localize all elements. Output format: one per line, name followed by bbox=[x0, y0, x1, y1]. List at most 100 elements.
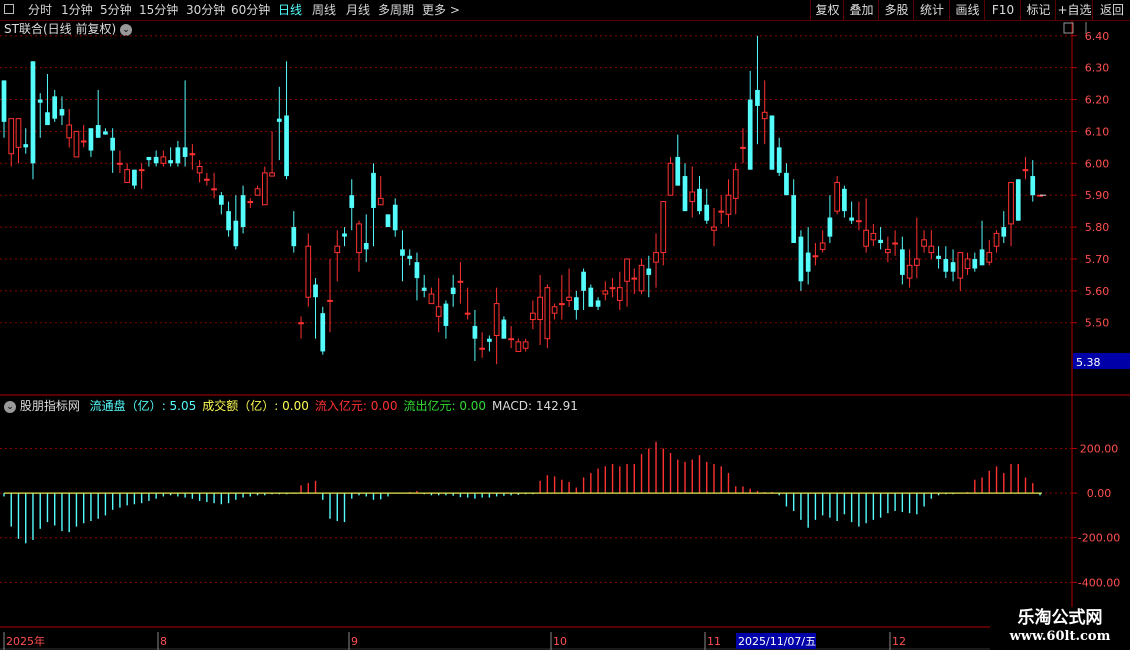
candle-body-127 bbox=[921, 239, 927, 247]
indicator-label-0: 流通盘（亿） bbox=[89, 399, 162, 413]
indicator-label-4: MACD bbox=[492, 399, 529, 413]
candle-body-84 bbox=[609, 287, 616, 290]
toolbar-item-3[interactable]: 15分钟 bbox=[139, 2, 178, 18]
candle-body-109 bbox=[791, 195, 797, 244]
candle-body-77 bbox=[558, 303, 565, 306]
candle-body-24 bbox=[175, 147, 181, 164]
candle-body-70 bbox=[508, 338, 514, 341]
candle-body-72 bbox=[522, 341, 529, 349]
toolbar-item-1[interactable]: 1分钟 bbox=[61, 2, 93, 18]
candle-body-29 bbox=[211, 188, 217, 191]
watermark-url: www.60lt.com bbox=[1009, 629, 1111, 644]
candle-body-81 bbox=[588, 287, 594, 307]
candle-body-101 bbox=[732, 169, 739, 199]
candle-body-121 bbox=[878, 239, 883, 244]
toolbar-item-7[interactable]: 周线 bbox=[312, 2, 336, 18]
candle-body-50 bbox=[363, 243, 369, 250]
macd-tick-label-1: 0.00 bbox=[1087, 487, 1112, 500]
candle-body-128 bbox=[928, 245, 935, 254]
price-tick-label-1: 5.60 bbox=[1085, 285, 1110, 298]
candle-body-16 bbox=[117, 162, 123, 165]
indicator-label-2: 流入亿元 bbox=[314, 399, 363, 413]
toolbar-item-10[interactable]: 更多 > bbox=[422, 2, 460, 18]
candle-body-91 bbox=[660, 201, 667, 254]
candle-body-112 bbox=[812, 255, 819, 258]
candle-body-69 bbox=[501, 319, 507, 339]
candle-body-106 bbox=[769, 115, 775, 170]
toolbar-right-item-6[interactable]: 标记 bbox=[1020, 0, 1056, 20]
window-square-icon[interactable] bbox=[4, 4, 14, 14]
candle-body-135 bbox=[979, 249, 985, 266]
indicator-label-3: 流出亿元 bbox=[403, 399, 452, 413]
candle-body-17 bbox=[124, 169, 131, 183]
candle-body-0 bbox=[1, 80, 7, 122]
toolbar-right-item-4[interactable]: 画线 bbox=[949, 0, 985, 20]
candle-body-42 bbox=[305, 245, 312, 298]
candle-body-19 bbox=[138, 169, 145, 172]
candle-body-90 bbox=[653, 252, 659, 263]
candle-body-44 bbox=[320, 313, 326, 352]
candle-body-31 bbox=[226, 211, 231, 231]
candle-body-30 bbox=[218, 195, 224, 205]
candle-body-57 bbox=[414, 262, 420, 279]
candle-body-111 bbox=[805, 252, 811, 272]
toolbar-item-5[interactable]: 60分钟 bbox=[231, 2, 270, 18]
candle-body-123 bbox=[892, 242, 898, 245]
candle-body-105 bbox=[761, 111, 768, 120]
candle-body-22 bbox=[160, 156, 167, 164]
candle-body-108 bbox=[784, 172, 789, 196]
candle-body-15 bbox=[110, 137, 116, 151]
candle-body-14 bbox=[103, 131, 108, 135]
candle-body-53 bbox=[385, 214, 391, 228]
toolbar-right-item-0[interactable]: 复权 bbox=[810, 0, 844, 20]
candle-body-96 bbox=[697, 188, 702, 212]
candle-body-107 bbox=[776, 147, 782, 173]
toolbar-right-item-5[interactable]: F10 bbox=[984, 0, 1021, 20]
candle-body-45 bbox=[327, 299, 333, 302]
candle-body-73 bbox=[530, 312, 536, 321]
toolbar-right-item-3[interactable]: 统计 bbox=[913, 0, 950, 20]
candle-body-116 bbox=[842, 188, 847, 212]
candle-body-98 bbox=[711, 226, 717, 231]
candle-body-12 bbox=[88, 128, 94, 151]
candle-body-43 bbox=[313, 284, 318, 298]
current-price-label: 5.38 bbox=[1076, 356, 1101, 369]
candle-body-88 bbox=[638, 264, 645, 292]
candle-body-5 bbox=[37, 99, 43, 103]
toolbar-right-item-7[interactable]: +自选 bbox=[1055, 0, 1093, 20]
candle-body-139 bbox=[1008, 181, 1014, 225]
candle-body-11 bbox=[80, 140, 87, 143]
toolbar-item-0[interactable]: 分时 bbox=[28, 2, 52, 18]
toolbar-item-9[interactable]: 多周期 bbox=[378, 2, 414, 18]
candle-body-28 bbox=[203, 178, 210, 181]
candle-body-67 bbox=[487, 338, 492, 342]
candle-body-79 bbox=[573, 297, 579, 310]
candle-body-21 bbox=[153, 156, 159, 164]
macd-tick-label-0: 200.00 bbox=[1080, 442, 1119, 455]
indicator-dropdown-icon[interactable]: ⌄ bbox=[4, 400, 16, 413]
indicator-value-2: : 0.00 bbox=[362, 399, 398, 413]
candle-body-60 bbox=[435, 306, 442, 317]
candle-body-2 bbox=[15, 118, 22, 148]
candle-body-82 bbox=[595, 300, 601, 307]
candle-body-36 bbox=[261, 172, 268, 206]
candle-body-18 bbox=[132, 169, 137, 186]
candle-body-122 bbox=[885, 248, 891, 254]
candle-body-7 bbox=[52, 96, 58, 119]
price-tick-label-4: 5.90 bbox=[1085, 189, 1110, 202]
price-tick-label-3: 5.80 bbox=[1085, 221, 1110, 234]
macd-tick-label-3: -400.00 bbox=[1078, 576, 1120, 589]
candle-body-87 bbox=[631, 277, 638, 280]
toolbar-item-4[interactable]: 30分钟 bbox=[186, 2, 225, 18]
candle-body-62 bbox=[450, 287, 456, 295]
toolbar-right-item-1[interactable]: 叠加 bbox=[843, 0, 879, 20]
candle-body-46 bbox=[334, 245, 341, 254]
toolbar-item-2[interactable]: 5分钟 bbox=[100, 2, 132, 18]
toolbar-right-item-2[interactable]: 多股 bbox=[878, 0, 914, 20]
candle-body-83 bbox=[602, 290, 609, 295]
date-label-4: 11 bbox=[707, 635, 721, 648]
toolbar-item-8[interactable]: 月线 bbox=[346, 2, 370, 18]
toolbar-right-item-8[interactable]: 返回 bbox=[1092, 0, 1130, 20]
indicator-value-0: : 5.05 bbox=[161, 399, 197, 413]
toolbar-item-6[interactable]: 日线 bbox=[278, 2, 302, 18]
